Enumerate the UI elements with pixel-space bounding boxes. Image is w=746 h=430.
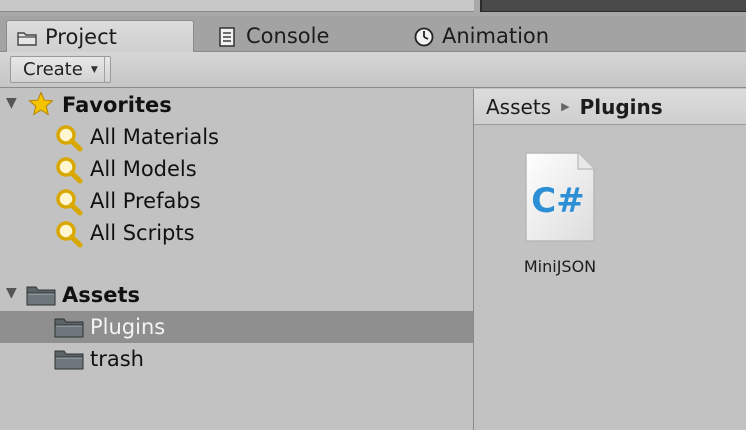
tab-project-label: Project [45, 25, 117, 49]
assets-label: Assets [62, 283, 141, 307]
favorite-item-label: All Materials [90, 125, 219, 149]
tab-console[interactable]: Console [218, 20, 329, 52]
folder-label: Plugins [90, 315, 166, 339]
favorite-item[interactable]: All Prefabs [0, 185, 473, 217]
favorite-item-label: All Scripts [90, 221, 195, 245]
top-strip-right [480, 0, 746, 12]
breadcrumb: Assets ▶ Plugins [474, 89, 746, 125]
folder-icon [54, 347, 84, 376]
asset-item[interactable]: C# MiniJSON [510, 149, 610, 279]
tree-favorites[interactable]: ▼ Favorites [0, 89, 473, 121]
tab-bar: Project Console Animation [0, 16, 746, 53]
favorite-item[interactable]: All Materials [0, 121, 473, 153]
folder-label: trash [90, 347, 144, 371]
top-strip [0, 0, 746, 16]
search-filter-icon [54, 220, 84, 253]
favorite-item-label: All Prefabs [90, 189, 201, 213]
top-strip-left [0, 0, 474, 12]
breadcrumb-separator-icon: ▶ [561, 100, 570, 113]
expand-arrow-icon[interactable]: ▼ [6, 285, 17, 301]
tab-animation-label: Animation [442, 24, 550, 48]
tab-project[interactable]: Project [6, 20, 194, 53]
console-icon [218, 27, 238, 47]
favorite-item-label: All Models [90, 157, 197, 181]
expand-arrow-icon[interactable]: ▼ [6, 95, 17, 111]
star-icon [28, 91, 54, 122]
breadcrumb-root[interactable]: Assets [486, 95, 551, 119]
csharp-file-icon: C# [522, 149, 598, 253]
project-tree: ▼ Favorites All Materials All Models All… [0, 89, 473, 430]
clock-icon [414, 27, 434, 47]
create-button[interactable]: Create ▼ [10, 56, 111, 83]
folder-icon [54, 315, 84, 344]
tree-folder-trash[interactable]: trash [0, 343, 473, 375]
csharp-badge: C# [531, 181, 584, 221]
project-toolbar: Create ▼ [0, 52, 746, 88]
create-button-label: Create [23, 59, 83, 80]
asset-name: MiniJSON [523, 257, 597, 276]
tab-console-label: Console [246, 24, 330, 48]
favorite-item[interactable]: All Scripts [0, 217, 473, 249]
breadcrumb-current[interactable]: Plugins [580, 95, 663, 119]
tree-assets[interactable]: ▼ Assets [0, 279, 473, 311]
toolbar-divider [104, 56, 105, 83]
tree-folder-plugins[interactable]: Plugins [0, 311, 473, 343]
favorite-item[interactable]: All Models [0, 153, 473, 185]
dropdown-caret-icon: ▼ [90, 64, 98, 75]
asset-view: Assets ▶ Plugins C# MiniJSON [474, 89, 746, 430]
folder-icon [26, 283, 56, 312]
favorites-label: Favorites [62, 93, 172, 117]
tab-animation[interactable]: Animation [414, 20, 549, 52]
folder-icon [17, 28, 37, 46]
